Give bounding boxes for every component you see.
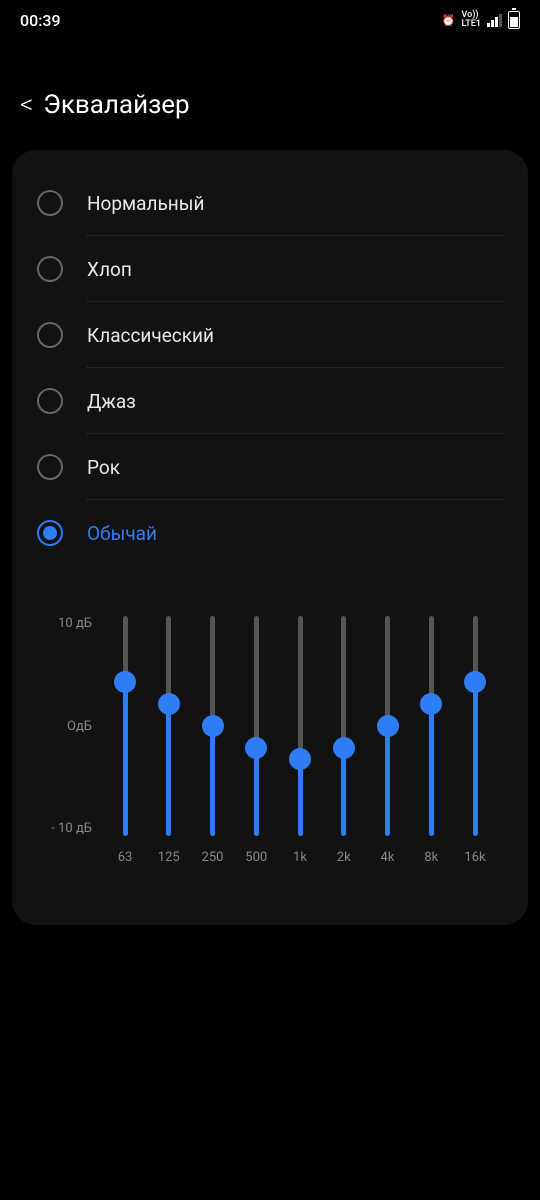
page-title: Эквалайзер	[43, 90, 189, 120]
eq-slider[interactable]	[373, 616, 403, 836]
slider-thumb[interactable]	[202, 715, 224, 737]
preset-item[interactable]: Обычай	[37, 500, 503, 566]
slider-fill	[473, 682, 478, 836]
slider-thumb[interactable]	[420, 693, 442, 715]
x-tick-label: 4k	[373, 850, 403, 865]
y-tick-min: - 10 дБ	[51, 821, 92, 836]
status-time: 00:39	[20, 11, 61, 30]
slider-track	[341, 616, 346, 836]
preset-label: Нормальный	[87, 192, 204, 215]
x-tick-label: 125	[154, 850, 184, 865]
preset-item[interactable]: Классический	[37, 302, 503, 368]
slider-fill	[385, 726, 390, 836]
slider-fill	[254, 748, 259, 836]
slider-thumb[interactable]	[114, 671, 136, 693]
radio-button[interactable]	[37, 454, 63, 480]
slider-thumb[interactable]	[333, 737, 355, 759]
page-header: < Эквалайзер	[0, 40, 540, 150]
eq-slider[interactable]	[329, 616, 359, 836]
slider-track	[298, 616, 303, 836]
x-tick-label: 63	[110, 850, 140, 865]
preset-item[interactable]: Рок	[37, 434, 503, 500]
x-tick-label: 8k	[416, 850, 446, 865]
slider-fill	[166, 704, 171, 836]
radio-button[interactable]	[37, 190, 63, 216]
slider-fill	[210, 726, 215, 836]
slider-track	[166, 616, 171, 836]
battery-icon	[508, 11, 520, 29]
status-bar: 00:39 ⏰ Vo)) LTE1	[0, 0, 540, 40]
slider-fill	[298, 759, 303, 836]
slider-thumb[interactable]	[245, 737, 267, 759]
slider-track	[429, 616, 434, 836]
slider-track	[254, 616, 259, 836]
preset-label: Классический	[87, 324, 214, 347]
eq-slider[interactable]	[198, 616, 228, 836]
preset-item[interactable]: Джаз	[37, 368, 503, 434]
radio-button[interactable]	[37, 322, 63, 348]
slider-fill	[341, 748, 346, 836]
eq-slider[interactable]	[460, 616, 490, 836]
x-tick-label: 2k	[329, 850, 359, 865]
slider-thumb[interactable]	[464, 671, 486, 693]
preset-label: Джаз	[87, 390, 136, 413]
slider-thumb[interactable]	[158, 693, 180, 715]
eq-slider[interactable]	[154, 616, 184, 836]
y-axis: 10 дБ ОдБ - 10 дБ	[42, 616, 102, 836]
eq-slider[interactable]	[285, 616, 315, 836]
sliders-area	[102, 616, 498, 836]
eq-slider[interactable]	[110, 616, 140, 836]
radio-button[interactable]	[37, 520, 63, 546]
equalizer-chart: 10 дБ ОдБ - 10 дБ 63 125 250 500 1k 2k 4k 8k 16k	[22, 616, 518, 865]
preset-item[interactable]: Хлоп	[37, 236, 503, 302]
eq-slider[interactable]	[416, 616, 446, 836]
y-tick-mid: ОдБ	[67, 719, 92, 734]
back-button[interactable]: <	[20, 90, 33, 120]
slider-track	[473, 616, 478, 836]
y-tick-max: 10 дБ	[58, 616, 92, 631]
status-right: ⏰ Vo)) LTE1	[442, 11, 520, 29]
slider-thumb[interactable]	[289, 748, 311, 770]
slider-thumb[interactable]	[377, 715, 399, 737]
radio-button[interactable]	[37, 256, 63, 282]
preset-list: Нормальный Хлоп Классический Джаз Рок Обычай	[22, 170, 518, 566]
slider-track	[123, 616, 128, 836]
preset-label: Рок	[87, 456, 120, 479]
eq-slider[interactable]	[241, 616, 271, 836]
radio-button[interactable]	[37, 388, 63, 414]
x-tick-label: 16k	[460, 850, 490, 865]
preset-label: Хлоп	[87, 258, 132, 281]
slider-fill	[429, 704, 434, 836]
alarm-icon: ⏰	[442, 14, 456, 27]
x-tick-label: 1k	[285, 850, 315, 865]
network-label: LTE1	[462, 20, 481, 29]
x-tick-label: 500	[241, 850, 271, 865]
x-tick-label: 250	[198, 850, 228, 865]
content-card: НормальныйХлопКлассическийДжазРокОбычай …	[12, 150, 528, 925]
signal-icon	[487, 13, 502, 27]
preset-label: Обычай	[87, 522, 157, 545]
slider-fill	[123, 682, 128, 836]
x-axis: 63 125 250 500 1k 2k 4k 8k 16k	[102, 850, 498, 865]
preset-item[interactable]: Нормальный	[37, 170, 503, 236]
